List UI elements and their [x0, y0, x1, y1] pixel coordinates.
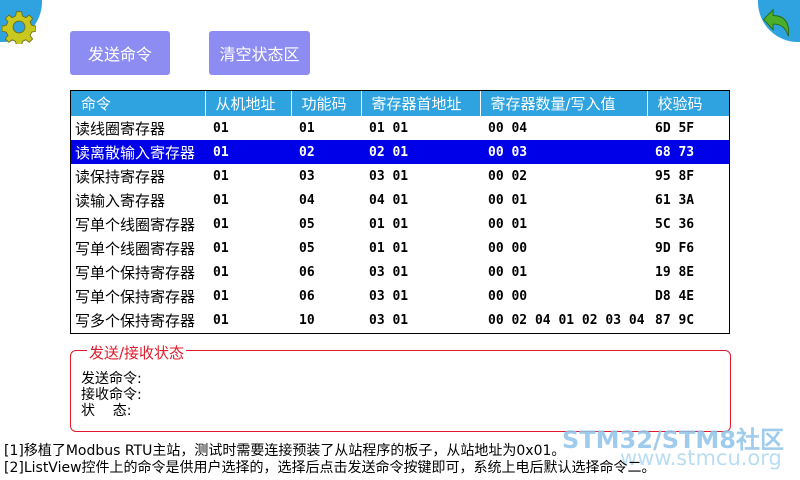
table-cell: 95 8F [655, 168, 695, 184]
send-command-label: 发送命令: [81, 371, 142, 387]
table-header-row: 命令 从机地址 功能码 寄存器首地址 寄存器数量/写入值 校验码 [71, 91, 729, 116]
table-cell: 03 01 [369, 312, 409, 328]
state-label: 状 态: [81, 403, 132, 419]
note-line-2: [2]ListView控件上的命令是供用户选择的，选择后点击发送命令按键即可，系… [4, 460, 656, 476]
table-row[interactable]: 读线圈寄存器 01 01 01 01 00 04 6D 5F [71, 116, 729, 140]
column-header-command[interactable]: 命令 [71, 91, 206, 116]
table-cell: 00 00 [488, 240, 528, 256]
table-cell: 5C 36 [655, 216, 695, 232]
table-cell: 读线圈寄存器 [75, 119, 166, 138]
column-header-function-code[interactable]: 功能码 [291, 91, 362, 116]
table-cell: 00 01 [488, 264, 528, 280]
table-cell: 03 01 [369, 168, 409, 184]
table-cell: 写单个线圈寄存器 [75, 215, 196, 234]
table-cell: 02 [291, 140, 361, 164]
table-cell: 03 [299, 168, 315, 184]
table-row[interactable]: 写单个线圈寄存器 01 05 01 01 00 00 9D F6 [71, 236, 729, 260]
table-cell: 00 02 04 01 02 03 04 [488, 312, 645, 328]
table-cell: 00 01 [488, 192, 528, 208]
table-row[interactable]: 写多个保持寄存器 01 10 03 01 00 02 04 01 02 03 04 87 … [71, 308, 729, 332]
clear-status-button[interactable]: 清空状态区 [209, 31, 310, 75]
column-header-register-start[interactable]: 寄存器首地址 [361, 91, 481, 116]
table-cell: 03 01 [369, 288, 409, 304]
table-cell: 01 [213, 216, 229, 232]
command-list-view[interactable]: 命令 从机地址 功能码 寄存器首地址 寄存器数量/写入值 校验码 读线圈寄存器 0… [70, 90, 730, 334]
table-cell: 01 [299, 120, 315, 136]
table-cell: 00 00 [488, 288, 528, 304]
table-cell: 01 [213, 288, 229, 304]
table-cell: 01 [205, 140, 291, 164]
column-header-slave-address[interactable]: 从机地址 [205, 91, 292, 116]
table-cell: 06 [299, 264, 315, 280]
table-cell: 01 [213, 312, 229, 328]
table-cell: 写单个保持寄存器 [75, 287, 196, 306]
table-cell: 写单个保持寄存器 [75, 263, 196, 282]
table-cell: 00 04 [488, 120, 528, 136]
table-row[interactable]: 写单个保持寄存器 01 06 03 01 00 01 19 8E [71, 260, 729, 284]
table-cell: 读离散输入寄存器 [71, 140, 205, 164]
table-cell: 04 01 [369, 192, 409, 208]
status-group-title: 发送/接收状态 [87, 342, 187, 363]
table-cell: 03 01 [369, 264, 409, 280]
back-arrow-icon[interactable] [756, 6, 794, 44]
table-cell: 10 [299, 312, 315, 328]
table-cell: 写单个线圈寄存器 [75, 239, 196, 258]
table-row[interactable]: 读离散输入寄存器 01 02 02 01 00 03 68 73 [71, 140, 729, 164]
table-row[interactable]: 写单个保持寄存器 01 06 03 01 00 00 D8 4E [71, 284, 729, 308]
table-cell: 读保持寄存器 [75, 167, 166, 186]
table-cell: 01 [213, 264, 229, 280]
table-row[interactable]: 写单个线圈寄存器 01 05 01 01 00 01 5C 36 [71, 212, 729, 236]
table-cell: 01 01 [369, 120, 409, 136]
table-cell: 读输入寄存器 [75, 191, 166, 210]
send-command-button[interactable]: 发送命令 [70, 31, 170, 75]
table-cell: 61 3A [655, 192, 695, 208]
table-cell: 05 [299, 216, 315, 232]
table-cell: 01 [213, 192, 229, 208]
table-row[interactable]: 读保持寄存器 01 03 03 01 00 02 95 8F [71, 164, 729, 188]
table-row[interactable]: 读输入寄存器 01 04 04 01 00 01 61 3A [71, 188, 729, 212]
table-cell: 68 73 [647, 140, 729, 164]
table-cell: 9D F6 [655, 240, 695, 256]
column-header-checksum[interactable]: 校验码 [647, 91, 729, 116]
table-cell: 87 9C [655, 312, 695, 328]
table-cell: 06 [299, 288, 315, 304]
gear-icon[interactable] [2, 10, 36, 44]
table-cell: 6D 5F [655, 120, 695, 136]
table-cell: 写多个保持寄存器 [75, 311, 196, 330]
table-cell: 01 01 [369, 216, 409, 232]
table-cell: 04 [299, 192, 315, 208]
receive-command-label: 接收命令: [81, 387, 142, 403]
command-table: 命令 从机地址 功能码 寄存器首地址 寄存器数量/写入值 校验码 读线圈寄存器 0… [71, 91, 729, 332]
table-cell: 00 01 [488, 216, 528, 232]
table-cell: 05 [299, 240, 315, 256]
column-header-register-count[interactable]: 寄存器数量/写入值 [480, 91, 648, 116]
table-cell: 19 8E [655, 264, 695, 280]
table-cell: 01 [213, 240, 229, 256]
table-cell: D8 4E [655, 288, 695, 304]
table-cell: 01 [213, 168, 229, 184]
table-cell: 01 01 [369, 240, 409, 256]
table-cell: 00 02 [488, 168, 528, 184]
table-cell: 02 01 [361, 140, 480, 164]
table-cell: 00 03 [480, 140, 647, 164]
table-cell: 01 [213, 120, 229, 136]
